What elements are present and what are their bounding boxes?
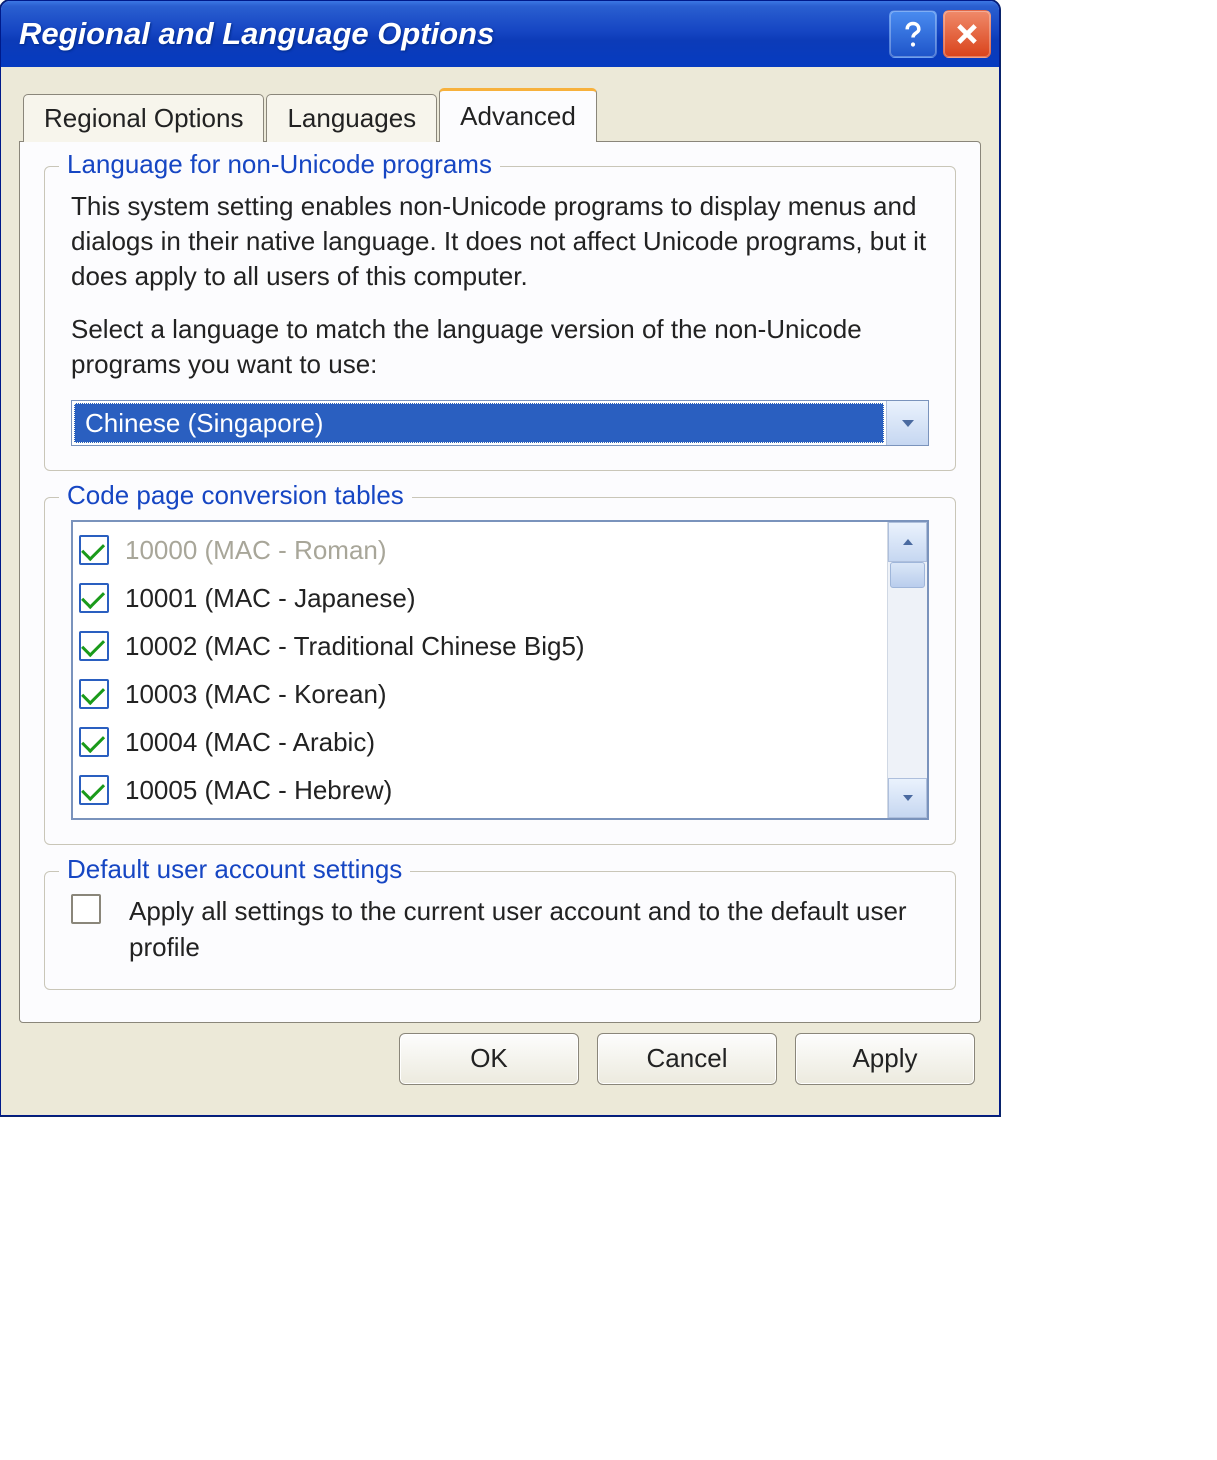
list-item-label: 10003 (MAC - Korean) <box>125 677 387 712</box>
group-codepage-tables: Code page conversion tables 10000 (MAC -… <box>44 497 956 845</box>
checkbox[interactable] <box>79 727 109 757</box>
scrollbar[interactable] <box>887 522 927 818</box>
help-button[interactable] <box>889 10 937 58</box>
checkbox[interactable] <box>79 631 109 661</box>
checkbox[interactable] <box>79 535 109 565</box>
checkbox[interactable] <box>79 679 109 709</box>
list-item[interactable]: 10005 (MAC - Hebrew) <box>79 766 887 814</box>
tab-regional-options[interactable]: Regional Options <box>23 94 264 142</box>
list-item-label: 10000 (MAC - Roman) <box>125 533 387 568</box>
codepage-list-inner: 10000 (MAC - Roman) 10001 (MAC - Japanes… <box>73 522 887 818</box>
list-item-label: 10001 (MAC - Japanese) <box>125 581 415 616</box>
language-description: This system setting enables non-Unicode … <box>71 189 929 294</box>
tab-panel-advanced: Language for non-Unicode programs This s… <box>19 141 981 1023</box>
apply-button[interactable]: Apply <box>795 1033 975 1085</box>
list-item-label: 10004 (MAC - Arabic) <box>125 725 375 760</box>
list-item[interactable]: 10003 (MAC - Korean) <box>79 670 887 718</box>
apply-all-checkbox[interactable] <box>71 894 101 924</box>
help-icon <box>899 20 927 48</box>
language-prompt: Select a language to match the language … <box>71 312 929 382</box>
list-item[interactable]: 10004 (MAC - Arabic) <box>79 718 887 766</box>
dialog-window: Regional and Language Options Regional O… <box>0 0 1000 1116</box>
group-legend: Code page conversion tables <box>59 480 412 511</box>
list-item[interactable]: 10002 (MAC - Traditional Chinese Big5) <box>79 622 887 670</box>
cancel-button[interactable]: Cancel <box>597 1033 777 1085</box>
checkbox[interactable] <box>79 775 109 805</box>
list-item[interactable]: 10001 (MAC - Japanese) <box>79 574 887 622</box>
apply-all-label: Apply all settings to the current user a… <box>129 894 929 964</box>
ok-button[interactable]: OK <box>399 1033 579 1085</box>
scroll-thumb[interactable] <box>890 562 925 588</box>
scroll-track[interactable] <box>888 562 927 778</box>
tab-languages[interactable]: Languages <box>266 94 437 142</box>
chevron-up-icon <box>900 534 916 550</box>
group-default-user-account: Default user account settings Apply all … <box>44 871 956 989</box>
language-combo-button[interactable] <box>886 401 928 445</box>
apply-all-settings-row[interactable]: Apply all settings to the current user a… <box>71 894 929 964</box>
titlebar[interactable]: Regional and Language Options <box>1 1 999 67</box>
dialog-button-row: OK Cancel Apply <box>19 1023 981 1093</box>
list-item-label: 10002 (MAC - Traditional Chinese Big5) <box>125 629 585 664</box>
tab-advanced[interactable]: Advanced <box>439 88 597 142</box>
chevron-down-icon <box>898 413 918 433</box>
group-legend: Language for non-Unicode programs <box>59 149 500 180</box>
codepage-listbox[interactable]: 10000 (MAC - Roman) 10001 (MAC - Japanes… <box>71 520 929 820</box>
chevron-down-icon <box>900 790 916 806</box>
list-item[interactable]: 10000 (MAC - Roman) <box>79 526 887 574</box>
group-legend: Default user account settings <box>59 854 410 885</box>
close-button[interactable] <box>943 10 991 58</box>
scroll-up-button[interactable] <box>888 522 927 562</box>
client-area: Regional Options Languages Advanced Lang… <box>1 67 999 1115</box>
checkbox[interactable] <box>79 583 109 613</box>
list-item-label: 10005 (MAC - Hebrew) <box>125 773 392 808</box>
group-language-non-unicode: Language for non-Unicode programs This s… <box>44 166 956 471</box>
close-icon <box>953 20 981 48</box>
scroll-down-button[interactable] <box>888 778 927 818</box>
language-combo[interactable]: Chinese (Singapore) <box>71 400 929 446</box>
tab-row: Regional Options Languages Advanced <box>19 87 981 141</box>
window-title: Regional and Language Options <box>19 16 883 52</box>
language-combo-selected: Chinese (Singapore) <box>74 403 884 443</box>
